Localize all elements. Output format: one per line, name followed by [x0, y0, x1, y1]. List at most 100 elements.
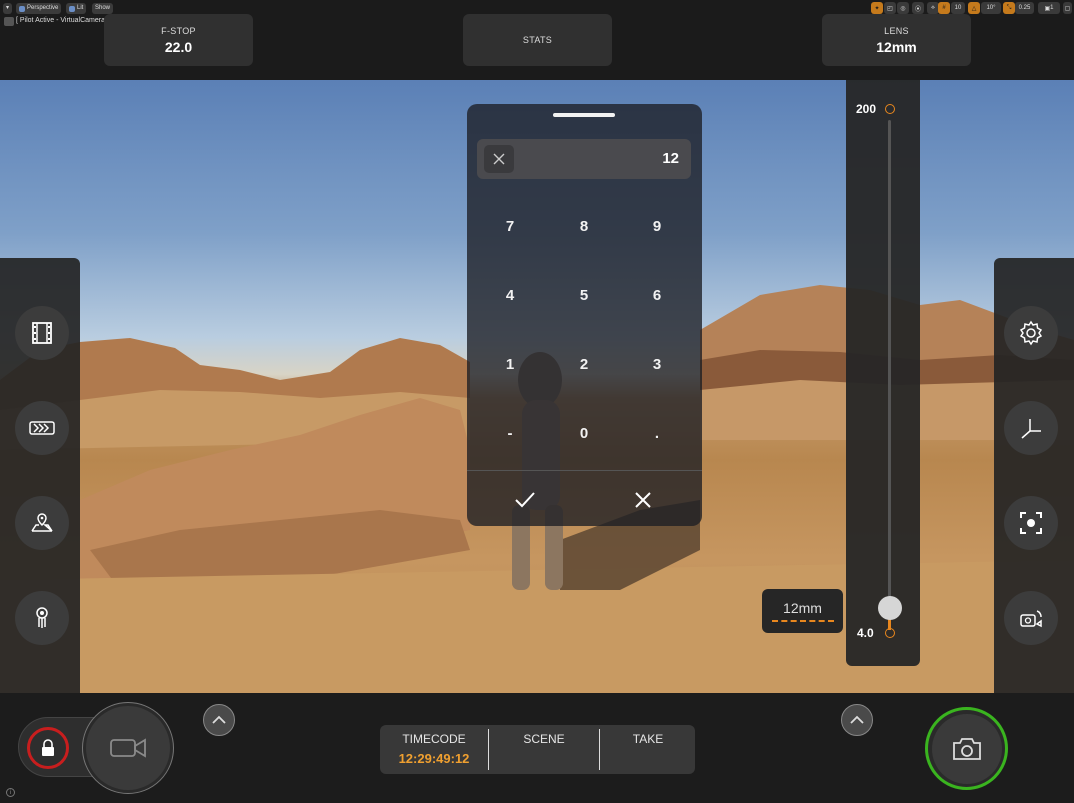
focal-length-chip-dash	[771, 620, 834, 622]
top-bar: ▾ Perspective Lit Show [ Pilot Active - …	[0, 0, 1074, 80]
key-8[interactable]: 8	[554, 206, 614, 246]
slider-max-cap	[885, 104, 895, 114]
key-4[interactable]: 4	[480, 275, 540, 315]
axis-button[interactable]	[1004, 401, 1058, 455]
film-strip-icon	[32, 322, 52, 344]
record-button-face	[86, 706, 170, 790]
focal-length-chip-value: 12mm	[783, 600, 822, 616]
slate-info-panel[interactable]: TIMECODE 12:29:49:12 SCENE TAKE	[380, 725, 695, 774]
lens-value: 12mm	[876, 38, 917, 55]
expand-left-button[interactable]	[203, 704, 235, 736]
take-field[interactable]: TAKE	[601, 725, 695, 774]
keypad-clear-button[interactable]	[484, 145, 514, 173]
viewport-menu-button[interactable]: ▾	[3, 3, 12, 14]
focal-length-chip[interactable]: 12mm	[762, 589, 843, 633]
pilot-eject-icon[interactable]	[4, 17, 14, 26]
key-5[interactable]: 5	[554, 275, 614, 315]
fstop-panel[interactable]: F-STOP 22.0	[104, 14, 253, 66]
show-label: Show	[95, 5, 111, 11]
timecode-value: 12:29:49:12	[398, 751, 470, 766]
camera-rotate-icon	[1020, 610, 1042, 628]
camera-mode-button[interactable]	[1004, 591, 1058, 645]
camera-speed-value: 1	[1050, 5, 1054, 11]
focal-length-slider[interactable]: 200 4.0	[846, 80, 920, 666]
scene-field[interactable]: SCENE	[490, 725, 598, 774]
keypad-input-value: 12	[662, 150, 679, 167]
grid-snap-icon[interactable]: #	[938, 2, 950, 14]
lit-icon	[69, 5, 75, 12]
fstop-label: F-STOP	[161, 25, 196, 36]
map-pin-icon	[31, 513, 53, 532]
timecode-label: TIMECODE	[402, 732, 466, 746]
globe-icon[interactable]: ◎	[897, 2, 909, 14]
maximize-icon[interactable]: ▢	[1063, 2, 1072, 14]
scene-label: SCENE	[523, 732, 565, 746]
keypad-cancel-button[interactable]	[613, 480, 673, 520]
select-icon[interactable]: ◰	[884, 2, 896, 14]
virtual-camera-app: ▾ Perspective Lit Show [ Pilot Active - …	[0, 0, 1074, 803]
timecode-field: TIMECODE 12:29:49:12	[380, 725, 488, 774]
stats-panel[interactable]: STATS	[463, 14, 612, 66]
chevron-up-icon	[212, 715, 226, 724]
transform-icon[interactable]: ✦	[871, 2, 883, 14]
key-7[interactable]: 7	[480, 206, 540, 246]
keypad-confirm-button[interactable]	[495, 480, 555, 520]
camera-speed-button[interactable]: ▣ 1	[1038, 2, 1060, 14]
video-camera-icon	[110, 738, 146, 758]
clear-x-icon	[493, 153, 505, 165]
scale-snap-icon[interactable]: ⤡	[1003, 2, 1015, 14]
focus-button[interactable]	[1004, 496, 1058, 550]
numeric-keypad: 12 7 8 9 4 5 6 1 2 3 - 0 .	[467, 104, 702, 526]
left-tool-rail	[0, 258, 80, 693]
lens-panel[interactable]: LENS 12mm	[822, 14, 971, 66]
keypad-drag-handle[interactable]	[553, 113, 615, 117]
lens-label: LENS	[884, 25, 909, 36]
info-divider	[599, 729, 600, 770]
stats-label: STATS	[522, 35, 553, 45]
perspective-button[interactable]: Perspective	[16, 3, 62, 14]
sequence-button[interactable]	[15, 401, 69, 455]
key-3[interactable]: 3	[627, 344, 687, 384]
info-divider	[488, 729, 489, 770]
keypad-divider	[467, 470, 702, 471]
slider-max-label: 200	[856, 102, 877, 116]
rotation-snap-value[interactable]: 10°	[981, 2, 1001, 14]
key-minus[interactable]: -	[480, 413, 540, 453]
fstop-value: 22.0	[164, 38, 193, 55]
grid-snap-value[interactable]: 10	[951, 2, 965, 14]
slider-min-cap	[885, 628, 895, 638]
expand-right-button[interactable]	[841, 704, 873, 736]
key-9[interactable]: 9	[627, 206, 687, 246]
keypad-input-field[interactable]: 12	[477, 139, 691, 179]
info-icon[interactable]: i	[6, 788, 15, 797]
focus-target-icon	[1020, 512, 1042, 534]
lit-label: Lit	[77, 5, 84, 11]
chevrons-icon	[29, 421, 55, 435]
key-decimal[interactable]: .	[627, 413, 687, 453]
slider-thumb[interactable]	[878, 596, 902, 620]
key-6[interactable]: 6	[627, 275, 687, 315]
camera-icon	[952, 737, 981, 760]
key-0[interactable]: 0	[554, 413, 614, 453]
record-lock-button[interactable]	[27, 727, 69, 769]
scale-snap-value[interactable]: 0.25	[1015, 2, 1034, 14]
screenshot-button[interactable]	[925, 707, 1008, 790]
record-button[interactable]	[82, 702, 174, 794]
key-2[interactable]: 2	[554, 344, 614, 384]
film-button[interactable]	[15, 306, 69, 360]
show-button[interactable]: Show	[92, 3, 114, 14]
right-tool-rail	[994, 258, 1074, 693]
location-button[interactable]	[15, 496, 69, 550]
take-label: TAKE	[632, 732, 664, 746]
settings-button[interactable]	[1004, 306, 1058, 360]
checkmark-icon	[515, 492, 535, 508]
slider-track[interactable]	[888, 120, 891, 630]
lit-button[interactable]: Lit	[66, 3, 87, 14]
hand-tracker-icon	[36, 607, 48, 628]
rotation-snap-icon[interactable]: △	[968, 2, 980, 14]
gear-icon	[1019, 320, 1043, 346]
perspective-label: Perspective	[27, 5, 59, 11]
tracker-button[interactable]	[15, 591, 69, 645]
key-1[interactable]: 1	[480, 344, 540, 384]
surface-snap-icon[interactable]: ⦿	[912, 2, 924, 14]
